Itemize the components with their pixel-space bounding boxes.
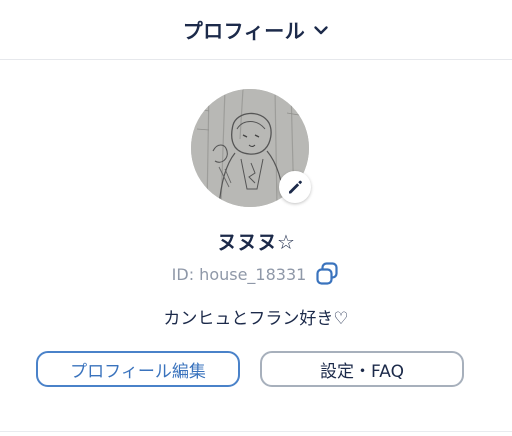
bottom-divider <box>0 431 512 432</box>
user-id-row: ID: house_18331 <box>0 261 512 287</box>
copy-icon[interactable] <box>314 261 340 287</box>
avatar-container <box>191 89 311 207</box>
chevron-down-icon <box>314 25 328 34</box>
settings-faq-button[interactable]: 設定・FAQ <box>260 351 464 387</box>
user-id-text: ID: house_18331 <box>171 264 307 284</box>
edit-profile-button[interactable]: プロフィール編集 <box>36 351 240 387</box>
settings-faq-label: 設定・FAQ <box>320 361 404 382</box>
edit-profile-label: プロフィール編集 <box>70 361 206 382</box>
profile-menu-toggle[interactable]: プロフィール <box>183 15 330 44</box>
pencil-icon <box>289 180 302 194</box>
edit-avatar-button[interactable] <box>279 171 311 203</box>
header-bar: プロフィール <box>0 0 512 60</box>
username: ヌヌヌ☆ <box>217 230 295 254</box>
profile-bio: カンヒュとフラン好き♡ <box>163 309 349 329</box>
page-title: プロフィール <box>182 19 306 43</box>
